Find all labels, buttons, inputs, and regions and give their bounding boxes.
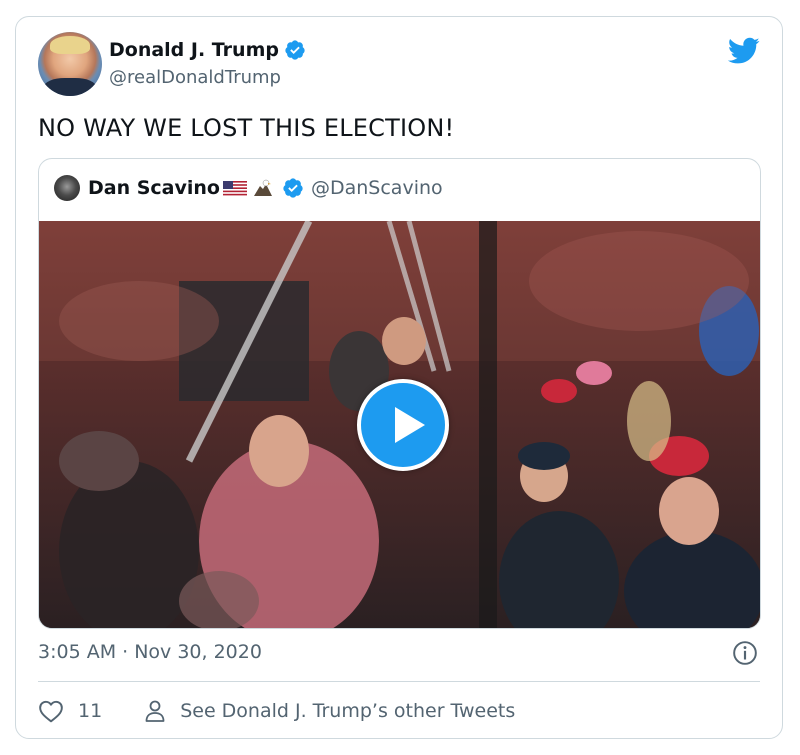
twitter-bird-icon[interactable] bbox=[728, 37, 760, 65]
info-icon[interactable] bbox=[732, 640, 758, 666]
tweet-actions: 11 See Donald J. Trump’s other Tweets bbox=[38, 697, 515, 725]
quoted-tweet-header[interactable]: Dan Scavino @DanScavino bbox=[54, 175, 443, 201]
person-icon[interactable] bbox=[144, 699, 166, 723]
divider bbox=[38, 681, 760, 682]
tweet-text: NO WAY WE LOST THIS ELECTION! bbox=[38, 114, 455, 142]
quoted-display-name[interactable]: Dan Scavino bbox=[88, 177, 220, 199]
eagle-icon bbox=[253, 179, 272, 196]
play-button[interactable] bbox=[357, 379, 449, 471]
verified-badge-icon bbox=[285, 40, 305, 60]
quoted-handle[interactable]: @DanScavino bbox=[311, 177, 443, 199]
like-count[interactable]: 11 bbox=[78, 700, 102, 722]
video-thumbnail[interactable] bbox=[39, 221, 760, 628]
author-handle[interactable]: @realDonaldTrump bbox=[109, 67, 281, 88]
verified-badge-icon bbox=[283, 178, 303, 198]
tweet-card[interactable]: Donald J. Trump @realDonaldTrump NO WAY … bbox=[15, 16, 783, 739]
author-name-row[interactable]: Donald J. Trump bbox=[109, 39, 306, 61]
author-display-name[interactable]: Donald J. Trump bbox=[109, 39, 279, 61]
heart-icon[interactable] bbox=[38, 699, 64, 723]
play-icon bbox=[395, 407, 425, 443]
quoted-avatar[interactable] bbox=[54, 175, 80, 201]
tweet-timestamp[interactable]: 3:05 AM · Nov 30, 2020 bbox=[38, 641, 262, 663]
quoted-tweet[interactable]: Dan Scavino @DanScavino bbox=[38, 158, 761, 629]
avatar[interactable] bbox=[38, 32, 102, 96]
us-flag-icon bbox=[222, 180, 247, 196]
see-other-tweets-link[interactable]: See Donald J. Trump’s other Tweets bbox=[180, 700, 515, 722]
